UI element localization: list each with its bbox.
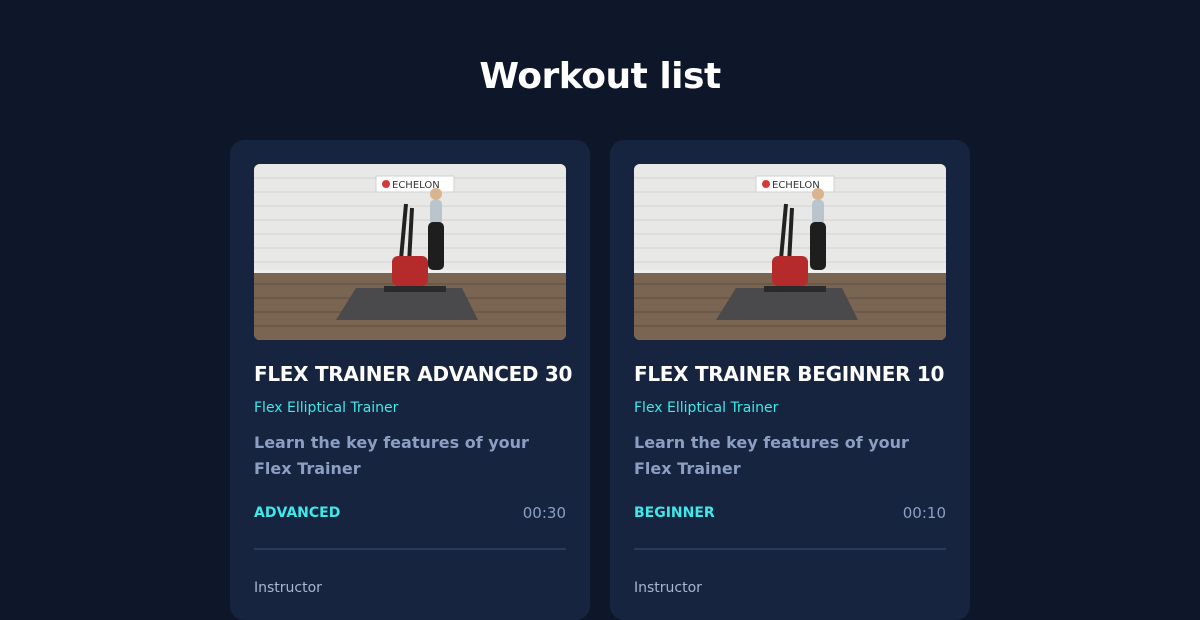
workout-title[interactable]: FLEX TRAINER BEGINNER 10 <box>634 362 946 386</box>
thumbnail-image: ECHELON <box>254 164 566 340</box>
thumbnail-image: ECHELON <box>634 164 946 340</box>
card-divider <box>634 548 946 550</box>
workout-equipment: Flex Elliptical Trainer <box>254 400 399 416</box>
difficulty-badge: BEGINNER <box>634 505 715 521</box>
workout-meta: ADVANCED 00:30 <box>254 504 566 522</box>
workout-description: Learn the key features of your Flex Trai… <box>634 433 909 478</box>
workout-equipment: Flex Elliptical Trainer <box>634 400 779 416</box>
instructor-label: Instructor <box>254 580 322 596</box>
difficulty-badge: ADVANCED <box>254 505 341 521</box>
workout-duration: 00:10 <box>902 504 946 522</box>
workout-card[interactable]: ECHELON FLEX TRAINER BEGINNER 10 Flex El… <box>610 140 970 620</box>
workout-card[interactable]: ECHELON FLEX TRAINER ADVANCED 30 Flex El… <box>230 140 590 620</box>
card-divider <box>254 548 566 550</box>
workout-thumbnail[interactable]: ECHELON <box>634 164 946 340</box>
workout-card-grid: ECHELON FLEX TRAINER ADVANCED 30 Flex El… <box>230 140 970 620</box>
thumbnail-brand-sign: ECHELON <box>772 180 820 191</box>
workout-thumbnail[interactable]: ECHELON <box>254 164 566 340</box>
instructor-label: Instructor <box>634 580 702 596</box>
workout-title[interactable]: FLEX TRAINER ADVANCED 30 <box>254 362 572 386</box>
page-title: Workout list <box>479 56 721 97</box>
workout-duration: 00:30 <box>522 504 566 522</box>
workout-meta: BEGINNER 00:10 <box>634 504 946 522</box>
workout-description: Learn the key features of your Flex Trai… <box>254 433 529 478</box>
